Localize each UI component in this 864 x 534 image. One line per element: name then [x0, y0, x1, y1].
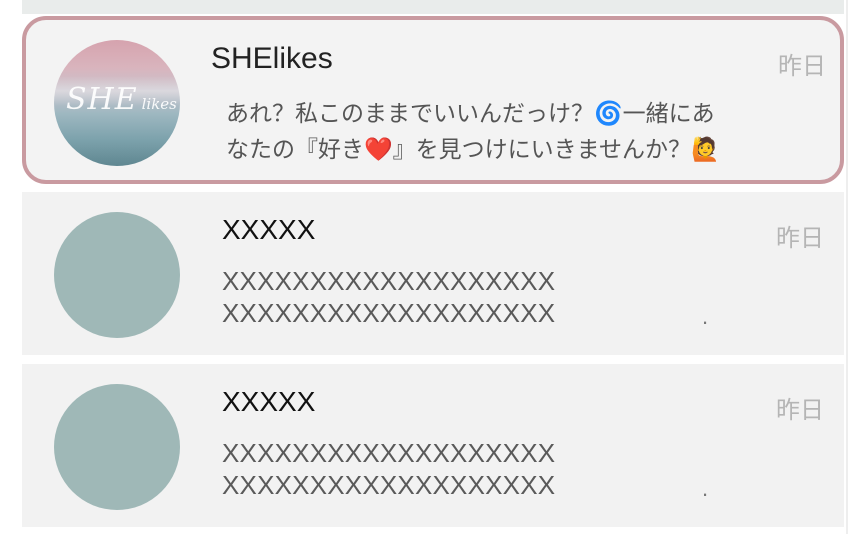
trailing-dot: . [702, 304, 709, 329]
list-top-edge [22, 0, 844, 14]
avatar [54, 212, 180, 338]
chat-list-item-shelikes[interactable]: SHE likes SHElikes 昨日 あれ？私このままでいいんだっけ？🌀一緒… [22, 16, 844, 184]
chat-list-item[interactable]: XXXXX 昨日 XXXXXXXXXXXXXXXXXXX XXXXXXXXXXX… [22, 364, 844, 527]
message-preview-line-2: XXXXXXXXXXXXXXXXXXX [222, 298, 556, 328]
chat-name: XXXXX [222, 214, 316, 245]
list-divider [846, 0, 848, 534]
chat-list-item[interactable]: XXXXX 昨日 XXXXXXXXXXXXXXXXXXX XXXXXXXXXXX… [22, 192, 844, 355]
message-preview-line-2: なたの『好き❤️』を見つけにいきませんか？🙋 [226, 137, 720, 163]
chat-time: 昨日 [776, 396, 824, 424]
chat-name: SHElikes [211, 42, 333, 75]
avatar [54, 384, 180, 510]
trailing-dot: . [702, 476, 709, 501]
message-preview-line-1: XXXXXXXXXXXXXXXXXXX [222, 438, 556, 468]
avatar: SHE likes [54, 40, 180, 166]
chat-time: 昨日 [778, 52, 826, 80]
shelikes-logo: SHE likes [66, 82, 177, 117]
message-preview-line-1: あれ？私このままでいいんだっけ？🌀一緒にあ [226, 101, 715, 127]
message-preview-line-1: XXXXXXXXXXXXXXXXXXX [222, 266, 556, 296]
message-preview-line-2: XXXXXXXXXXXXXXXXXXX [222, 470, 556, 500]
chat-name: XXXXX [222, 386, 316, 417]
chat-time: 昨日 [776, 224, 824, 252]
